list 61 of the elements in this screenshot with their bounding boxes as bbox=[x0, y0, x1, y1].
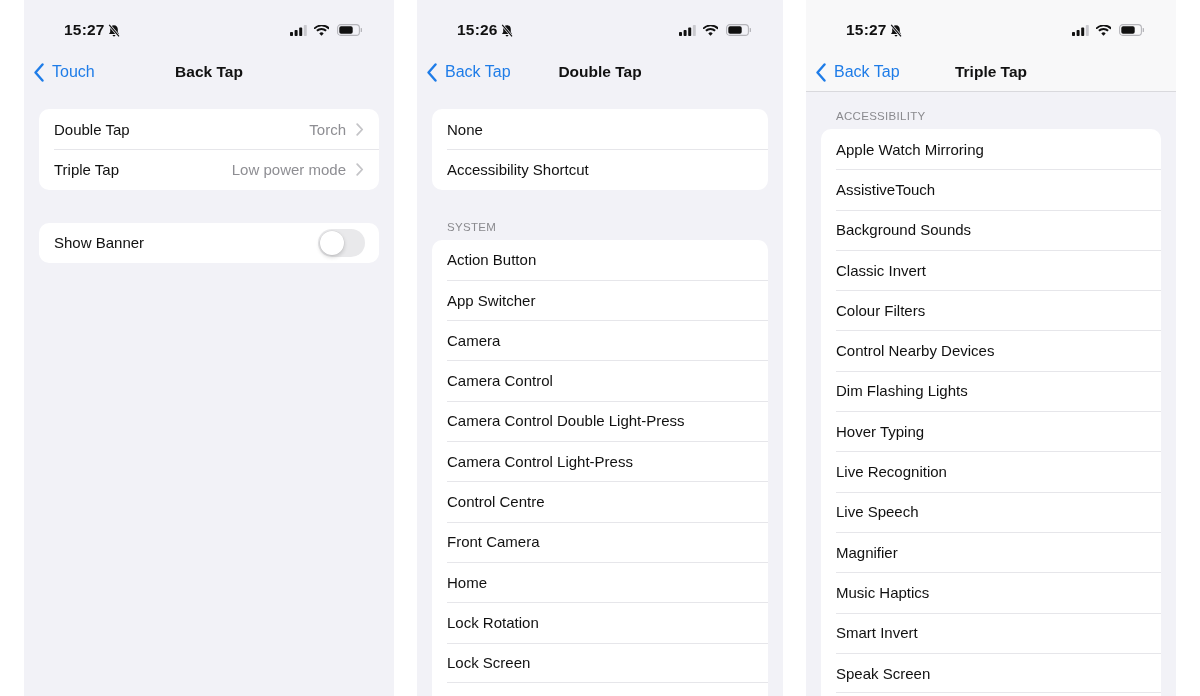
row-value: Torch bbox=[309, 120, 346, 138]
option-row[interactable]: App Switcher bbox=[432, 279, 768, 321]
bell-slash-icon bbox=[500, 23, 513, 37]
option-row[interactable]: Live Recognition bbox=[821, 451, 1161, 492]
signal-icon bbox=[290, 24, 307, 36]
option-row[interactable]: Magnifier bbox=[821, 531, 1161, 573]
battery-icon bbox=[726, 24, 751, 36]
settings-row[interactable]: Double Tap Torch bbox=[39, 109, 379, 150]
signal-icon bbox=[679, 24, 696, 36]
option-row[interactable]: Accessibility Shortcut bbox=[432, 149, 768, 190]
option-row[interactable]: Lock Rotation bbox=[432, 602, 768, 643]
option-row[interactable]: Camera bbox=[432, 320, 768, 361]
option-row[interactable]: Colour Filters bbox=[821, 290, 1161, 331]
option-row[interactable]: Music Haptics bbox=[821, 572, 1161, 613]
option-row[interactable]: AssistiveTouch bbox=[821, 169, 1161, 210]
chevron-left-icon bbox=[426, 62, 438, 82]
status-time: 15:27 bbox=[64, 21, 105, 39]
option-row[interactable]: Speak Screen bbox=[821, 652, 1161, 694]
option-row[interactable]: Control Nearby Devices bbox=[821, 330, 1161, 371]
option-row[interactable]: Home bbox=[432, 561, 768, 603]
option-row[interactable]: Smart Invert bbox=[821, 612, 1161, 653]
option-row[interactable]: Dim Flashing Lights bbox=[821, 370, 1161, 412]
chevron-right-icon bbox=[356, 162, 364, 176]
option-row[interactable]: Camera Control bbox=[432, 360, 768, 401]
option-row[interactable]: Background Sounds bbox=[821, 209, 1161, 250]
status-time: 15:26 bbox=[457, 21, 498, 39]
wifi-icon bbox=[1096, 24, 1111, 36]
battery-icon bbox=[1119, 24, 1144, 36]
back-button[interactable]: Touch bbox=[24, 62, 95, 82]
row-label: Show Banner bbox=[54, 234, 146, 252]
toggle-switch[interactable] bbox=[318, 228, 365, 257]
bell-slash-icon bbox=[889, 23, 902, 37]
settings-row[interactable]: Triple Tap Low power mode bbox=[39, 149, 379, 190]
section-header: SYSTEM bbox=[446, 219, 498, 234]
back-button[interactable]: Back Tap bbox=[806, 62, 900, 82]
battery-icon bbox=[337, 24, 362, 36]
chevron-left-icon bbox=[815, 62, 827, 82]
chevron-right-icon bbox=[356, 122, 364, 136]
option-row[interactable]: Camera Control Light-Press bbox=[432, 441, 768, 482]
chevron-left-icon bbox=[33, 62, 45, 82]
nav-title: Double Tap bbox=[558, 63, 642, 81]
back-button[interactable]: Back Tap bbox=[417, 62, 511, 82]
wifi-icon bbox=[703, 24, 718, 36]
nav-title: Triple Tap bbox=[954, 63, 1028, 81]
option-row[interactable]: Lock Screen bbox=[432, 642, 768, 683]
bell-slash-icon bbox=[107, 23, 120, 37]
option-row[interactable]: Live Speech bbox=[821, 491, 1161, 532]
row-value: Low power mode bbox=[231, 160, 346, 178]
option-row[interactable]: Camera Control Double Light-Press bbox=[432, 400, 768, 442]
option-row[interactable]: Classic Invert bbox=[821, 249, 1161, 291]
section-header: ACCESSIBILITY bbox=[835, 109, 927, 123]
option-row[interactable]: Front Camera bbox=[432, 521, 768, 562]
status-time: 15:27 bbox=[846, 21, 887, 39]
option-row[interactable]: Hover Typing bbox=[821, 411, 1161, 452]
option-row[interactable]: Action Button bbox=[432, 239, 768, 280]
wifi-icon bbox=[314, 24, 329, 36]
option-row[interactable]: Control Centre bbox=[432, 481, 768, 522]
signal-icon bbox=[1072, 24, 1089, 36]
option-row[interactable]: Apple Watch Mirroring bbox=[821, 129, 1161, 170]
option-row[interactable]: None bbox=[432, 109, 768, 150]
nav-title: Back Tap bbox=[175, 63, 243, 81]
